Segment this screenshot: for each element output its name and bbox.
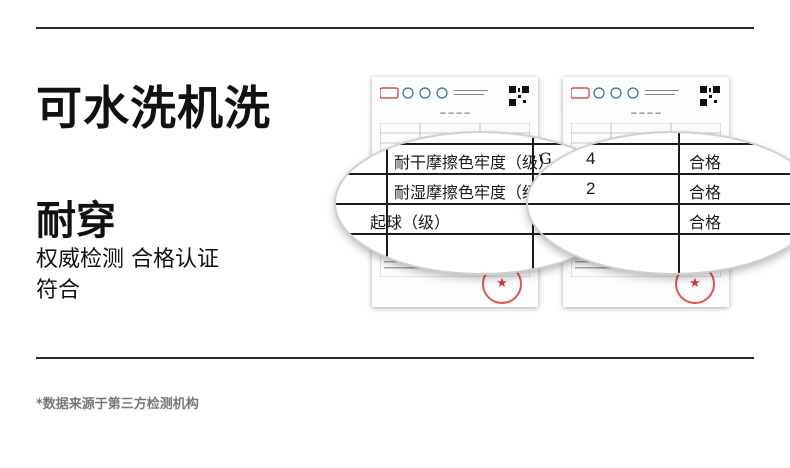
- report-title-scan: — — — —: [630, 110, 662, 117]
- table-rule: [528, 233, 790, 235]
- headline: 可水洗机洗: [36, 81, 271, 135]
- table-rule: [678, 133, 680, 273]
- certification-logos: [380, 87, 488, 99]
- subhead: 耐穿: [36, 198, 116, 244]
- report-title-scan: — — — —: [439, 110, 471, 117]
- table-rule: [528, 203, 790, 205]
- test-result: 合格: [689, 153, 722, 172]
- tagline-line-1: 权威检测 合格认证: [36, 247, 219, 272]
- tagline-line-2: 符合: [36, 278, 81, 303]
- table-rule: [528, 173, 790, 175]
- qr-code-icon: [508, 85, 530, 107]
- qr-code-icon: [699, 85, 721, 107]
- data-source-footnote: *数据来源于第三方检测机构: [36, 397, 199, 412]
- test-value: 2: [586, 179, 596, 198]
- bottom-divider: [36, 357, 754, 359]
- test-value: 4: [586, 149, 596, 168]
- certification-logos: [571, 87, 679, 99]
- test-item: 起球（级）: [370, 213, 451, 232]
- test-result: 合格: [689, 183, 722, 202]
- test-item: 耐干摩擦色牢度（级）: [394, 153, 555, 172]
- top-divider: [36, 27, 754, 29]
- table-rule: [386, 133, 388, 273]
- table-rule: [528, 143, 790, 145]
- test-result: 合格: [689, 213, 722, 232]
